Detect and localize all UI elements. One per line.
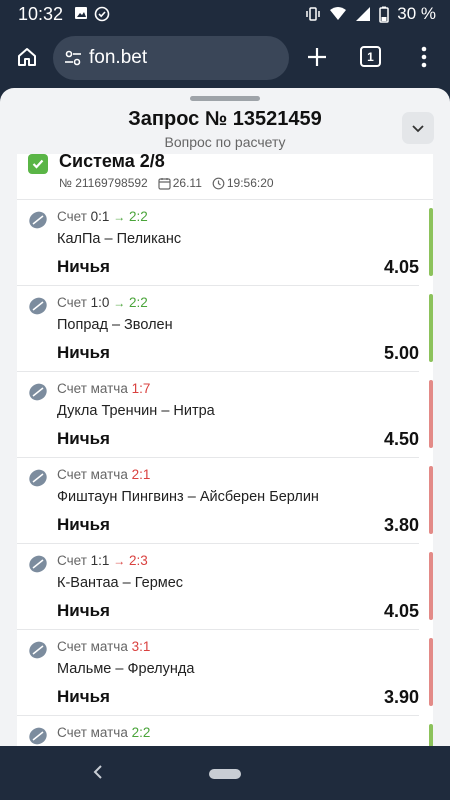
new-tab-button[interactable] xyxy=(302,42,332,72)
status-indicator-lost xyxy=(429,552,433,620)
sheet-title: Запрос № 13521459 xyxy=(128,108,322,130)
bet-header: Система 2/8 № 21169798592 26.11 19:56:20 xyxy=(17,154,433,200)
hockey-puck-icon xyxy=(29,727,47,745)
chevron-left-icon xyxy=(93,765,102,779)
event-row[interactable]: Счет матча 2:2 xyxy=(17,716,433,746)
site-settings-icon[interactable] xyxy=(63,48,83,68)
check-icon xyxy=(28,154,48,174)
chevron-down-icon xyxy=(412,125,424,133)
clock: 10:32 xyxy=(18,4,64,24)
status-indicator-lost xyxy=(429,466,433,534)
tab-switcher-button[interactable]: 1 xyxy=(360,46,381,67)
battery-icon xyxy=(379,6,389,23)
calendar-icon xyxy=(158,177,171,190)
event-outcome: Ничья xyxy=(57,687,110,706)
event-teams: Попрад – Зволен xyxy=(57,317,173,333)
event-row[interactable]: Счет 1:1 → 2:3 К-Вантаа – Гермес Ничья 4… xyxy=(17,544,433,630)
home-gesture-pill[interactable] xyxy=(209,769,241,779)
status-bar: 10:32 30 % xyxy=(0,0,450,30)
home-icon xyxy=(18,48,36,66)
sheet-grabber[interactable] xyxy=(190,96,260,101)
back-button[interactable] xyxy=(88,762,108,782)
event-odds: 4.05 xyxy=(383,257,419,277)
status-indicator-won xyxy=(429,208,433,276)
event-odds: 3.90 xyxy=(383,687,419,707)
system-title: Система 2/8 xyxy=(59,154,165,171)
event-teams: КалПа – Пеликанс xyxy=(57,231,182,247)
clock-icon xyxy=(212,177,225,189)
event-odds: 3.80 xyxy=(383,515,419,535)
battery-percent: 30 % xyxy=(397,4,436,23)
hockey-puck-icon xyxy=(29,211,47,229)
event-odds: 5.00 xyxy=(383,343,419,363)
status-indicator-lost xyxy=(429,380,433,448)
event-teams: К-Вантаа – Гермес xyxy=(57,575,184,591)
event-row[interactable]: Счет 1:0 → 2:2 Попрад – Зволен Ничья 5.0… xyxy=(17,286,433,372)
event-outcome: Ничья xyxy=(57,601,110,620)
hockey-puck-icon xyxy=(29,641,47,659)
hockey-puck-icon xyxy=(29,383,47,401)
request-sheet: Запрос № 13521459 Вопрос по расчету Сист… xyxy=(0,88,450,746)
event-score: Счет матча 3:1 xyxy=(57,639,151,654)
url-text[interactable]: fon.bet xyxy=(89,47,147,69)
event-odds: 4.05 xyxy=(383,601,419,621)
gallery-icon xyxy=(75,7,87,19)
bet-number: № 21169798592 xyxy=(59,176,148,190)
collapse-button[interactable] xyxy=(402,112,434,144)
event-score: Счет матча 1:7 xyxy=(57,381,151,396)
event-score: Счет 0:1 → 2:2 xyxy=(57,209,148,224)
signal-icon xyxy=(356,7,371,21)
sheet-subtitle: Вопрос по расчету xyxy=(164,134,286,150)
browser-menu-button[interactable] xyxy=(412,42,436,72)
event-score: Счет матча 2:1 xyxy=(57,467,151,482)
event-score: Счет 1:1 → 2:3 xyxy=(57,553,148,568)
check-circle-icon xyxy=(94,6,110,22)
event-row[interactable]: Счет матча 2:1 Фиштаун Пингвинз – Айсбер… xyxy=(17,458,433,544)
event-score: Счет 1:0 → 2:2 xyxy=(57,295,148,310)
plus-icon xyxy=(308,48,326,66)
hockey-puck-icon xyxy=(29,555,47,573)
event-odds: 4.50 xyxy=(383,429,419,449)
status-indicator-won xyxy=(429,724,433,746)
event-teams: Мальме – Фрелунда xyxy=(57,661,195,677)
event-outcome: Ничья xyxy=(57,515,110,534)
bet-date: 26.11 xyxy=(172,176,202,190)
event-row[interactable]: Счет 0:1 → 2:2 КалПа – Пеликанс Ничья 4.… xyxy=(17,200,433,286)
event-score: Счет матча 2:2 xyxy=(57,725,151,740)
vibrate-icon xyxy=(306,7,320,21)
event-teams: Дукла Тренчин – Нитра xyxy=(57,403,215,419)
event-outcome: Ничья xyxy=(57,257,110,276)
hockey-puck-icon xyxy=(29,469,47,487)
event-outcome: Ничья xyxy=(57,343,110,362)
event-row[interactable]: Счет матча 1:7 Дукла Тренчин – Нитра Нич… xyxy=(17,372,433,458)
more-vert-icon xyxy=(421,46,427,68)
event-teams: Фиштаун Пингвинз – Айсберен Берлин xyxy=(57,489,319,505)
event-outcome: Ничья xyxy=(57,429,110,448)
system-nav-bar xyxy=(0,746,450,800)
hockey-puck-icon xyxy=(29,297,47,315)
address-bar[interactable]: fon.bet xyxy=(53,36,289,80)
status-indicator-lost xyxy=(429,638,433,706)
wifi-icon xyxy=(330,7,347,20)
bet-meta: № 21169798592 26.11 19:56:20 xyxy=(59,176,274,190)
browser-toolbar: fon.bet 1 xyxy=(0,30,450,86)
event-row[interactable]: Счет матча 3:1 Мальме – Фрелунда Ничья 3… xyxy=(17,630,433,716)
bet-time: 19:56:20 xyxy=(226,176,274,190)
status-indicator-won xyxy=(429,294,433,362)
bet-card: Система 2/8 № 21169798592 26.11 19:56:20… xyxy=(17,154,433,746)
home-button[interactable] xyxy=(12,42,42,72)
